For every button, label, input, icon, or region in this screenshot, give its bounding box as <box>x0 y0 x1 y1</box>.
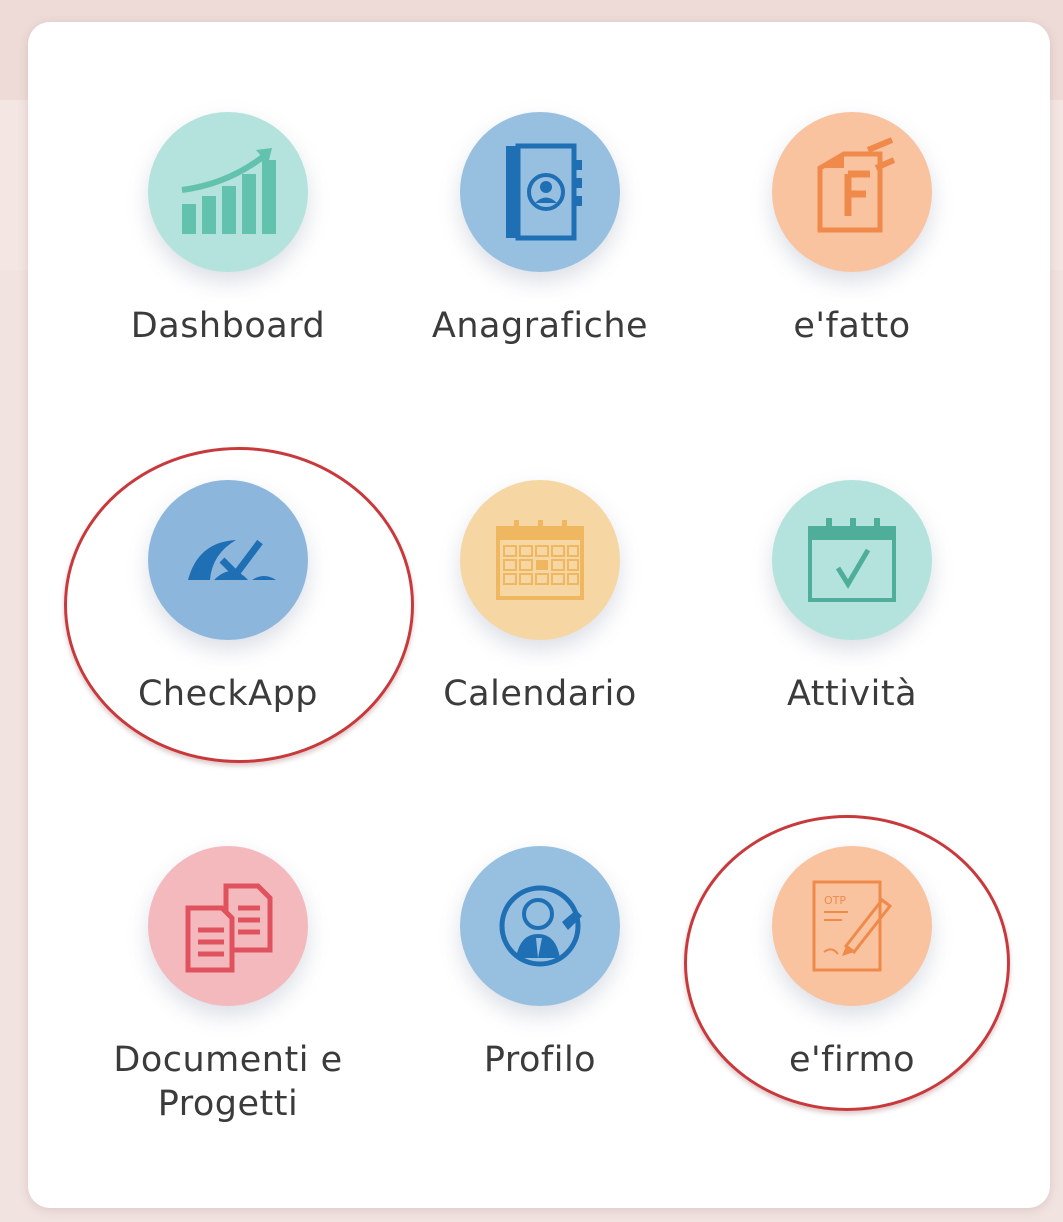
profilo-circle <box>460 846 620 1006</box>
checkapp-circle <box>148 480 308 640</box>
app-label: Dashboard <box>130 306 326 346</box>
app-label: Calendario <box>443 674 637 714</box>
app-label: Documenti e Progetti <box>113 1040 343 1124</box>
app-tile-calendario[interactable]: Calendario <box>390 480 690 780</box>
app-label: Anagrafiche <box>431 306 649 346</box>
documents-icon <box>185 883 273 973</box>
checkapp-icon <box>188 539 276 580</box>
app-tile-efatto[interactable]: e'fatto <box>702 112 1002 412</box>
efirmo-circle: OTP <box>772 846 932 1006</box>
app-tile-efirmo[interactable]: OTP e'firmo <box>702 846 1002 1146</box>
user-profile-icon <box>499 885 582 967</box>
address-book-icon <box>506 143 582 241</box>
app-tile-dashboard[interactable]: Dashboard <box>78 112 378 412</box>
app-label: CheckApp <box>137 674 319 714</box>
app-tile-documenti-progetti[interactable]: Documenti e Progetti <box>78 846 378 1146</box>
signature-pen-icon: OTP <box>812 880 893 972</box>
app-tile-profilo[interactable]: Profilo <box>390 846 690 1146</box>
attivita-circle <box>772 480 932 640</box>
calendario-circle <box>460 480 620 640</box>
efatto-circle <box>772 112 932 272</box>
app-tile-checkapp[interactable]: CheckApp <box>78 480 378 780</box>
app-label: e'fatto <box>793 306 911 346</box>
app-label: e'firmo <box>789 1040 915 1080</box>
calendar-check-icon <box>808 518 896 602</box>
app-tile-attivita[interactable]: Attività <box>702 480 1002 780</box>
app-label: Profilo <box>483 1040 597 1080</box>
app-label: Attività <box>786 674 918 714</box>
app-tile-anagrafiche[interactable]: Anagrafiche <box>390 112 690 412</box>
invoice-document-icon <box>817 137 896 233</box>
documenti-circle <box>148 846 308 1006</box>
otp-text: OTP <box>824 894 846 907</box>
chart-growth-icon <box>181 148 276 234</box>
apps-panel: Dashboard Anagrafiche e'fatto CheckApp C… <box>28 22 1050 1208</box>
dashboard-circle <box>148 112 308 272</box>
anagrafiche-circle <box>460 112 620 272</box>
apps-grid: Dashboard Anagrafiche e'fatto CheckApp C… <box>28 22 1050 1208</box>
calendar-grid-icon <box>496 520 584 600</box>
